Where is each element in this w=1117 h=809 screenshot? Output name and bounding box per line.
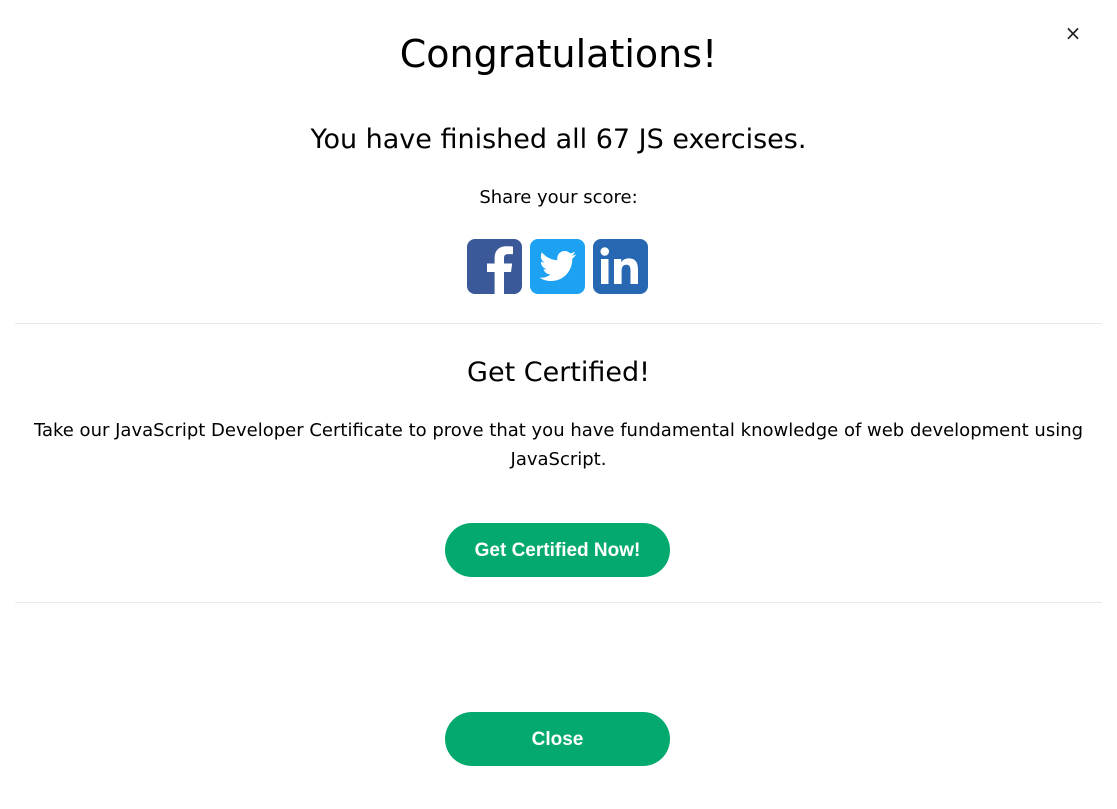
modal-title: Congratulations!	[399, 32, 718, 76]
twitter-icon	[539, 251, 576, 281]
share-label: Share your score:	[479, 187, 638, 208]
get-certified-button[interactable]: Get Certified Now!	[445, 523, 670, 577]
twitter-share-button[interactable]	[530, 239, 585, 294]
facebook-icon	[487, 246, 513, 294]
close-button[interactable]: Close	[445, 712, 670, 766]
certification-description: Take our JavaScript Developer Certificat…	[33, 420, 1084, 470]
linkedin-share-button[interactable]	[593, 239, 648, 294]
certification-title: Get Certified!	[467, 357, 650, 388]
section-divider	[15, 602, 1102, 603]
section-divider	[15, 323, 1102, 324]
linkedin-icon	[600, 247, 638, 284]
completion-message: You have finished all 67 JS exercises.	[310, 124, 807, 155]
facebook-share-button[interactable]	[467, 239, 522, 294]
share-buttons	[467, 239, 649, 295]
congratulations-modal: × Congratulations! You have finished all…	[0, 0, 1117, 809]
